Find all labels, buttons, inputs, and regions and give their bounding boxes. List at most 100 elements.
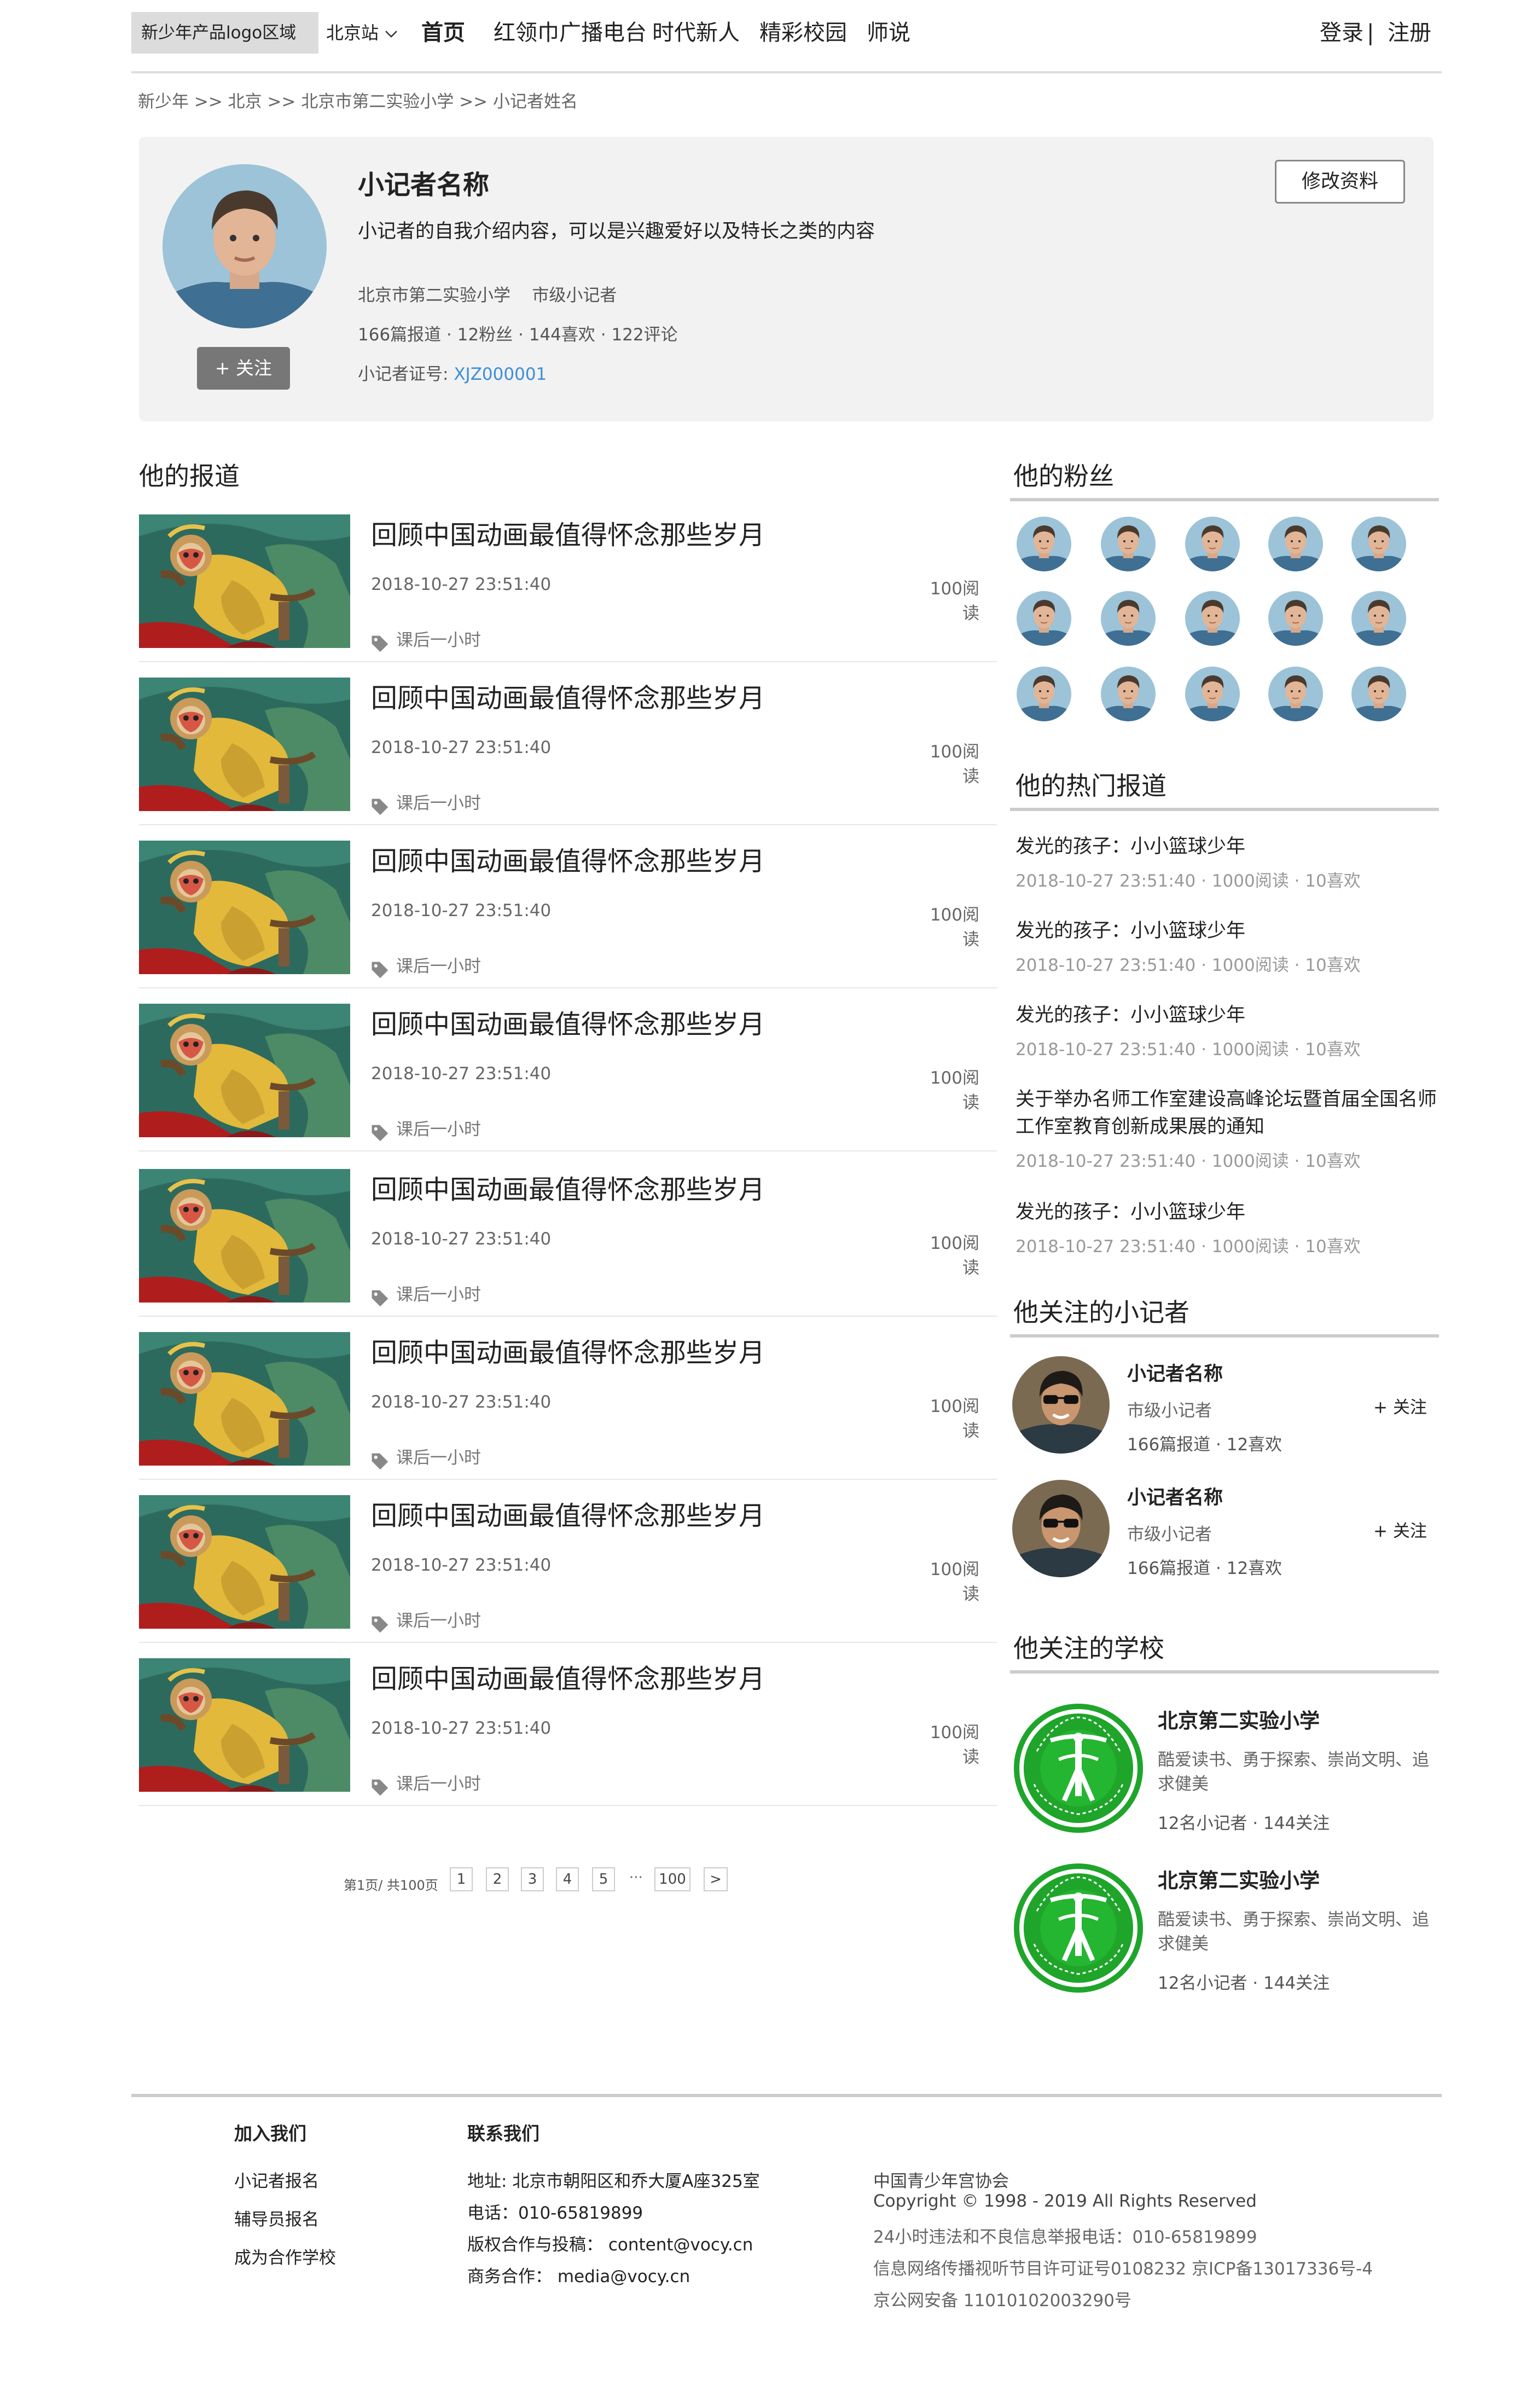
avatar[interactable] (1012, 1480, 1110, 1577)
nav-campus[interactable]: 精彩校园 (759, 12, 847, 54)
follow-button[interactable]: + 关注 (1373, 1517, 1427, 1542)
school-logo[interactable] (1012, 1862, 1145, 1994)
city-selector[interactable]: 北京站 (326, 12, 398, 54)
article-thumbnail[interactable] (139, 514, 350, 648)
breadcrumb-school[interactable]: 北京市第二实验小学 (301, 92, 454, 112)
profile-name: 小记者名称 (358, 170, 490, 200)
hot-item-title[interactable]: 发光的孩子：小小篮球少年 (1015, 1002, 1437, 1029)
article-thumbnail[interactable] (139, 1169, 350, 1303)
footer-business-email[interactable]: 商务合作： media@vocy.cn (467, 2262, 690, 2287)
footer-copyright-email[interactable]: 版权合作与投稿： content@vocy.cn (467, 2231, 753, 2255)
fan-avatar[interactable] (1268, 591, 1323, 646)
article-tag-row[interactable]: 课后一小时 (370, 1115, 481, 1143)
footer-address: 地址: 北京市朝阳区和乔大厦A座325室 (467, 2172, 760, 2191)
breadcrumb-city[interactable]: 北京 (228, 92, 262, 112)
nav-new-era[interactable]: 时代新人 (652, 12, 740, 54)
edit-profile-button[interactable]: 修改资料 (1275, 160, 1405, 204)
article-title[interactable]: 回顾中国动画最值得怀念那些岁月 (371, 1494, 765, 1532)
breadcrumb-sep: >> (267, 92, 296, 112)
article-thumbnail[interactable] (139, 1004, 350, 1137)
article-thumbnail[interactable] (139, 1658, 350, 1792)
footer-link-reporter-signup[interactable]: 小记者报名 (234, 2167, 319, 2192)
article-title[interactable]: 回顾中国动画最值得怀念那些岁月 (371, 1003, 765, 1041)
article-divider (139, 1150, 997, 1151)
footer-link-partner-school[interactable]: 成为合作学校 (234, 2244, 336, 2268)
article-tag-row[interactable]: 课后一小时 (370, 789, 481, 817)
page-next-button[interactable]: > (704, 1867, 728, 1891)
reporter-name[interactable]: 小记者名称 (1127, 1482, 1223, 1510)
nav-teacher[interactable]: 师说 (867, 12, 910, 54)
breadcrumb-current: 小记者姓名 (493, 92, 578, 112)
site-logo[interactable]: 新少年产品logo区域 (131, 12, 318, 54)
article-thumbnail[interactable] (139, 678, 350, 811)
tag-icon (370, 1614, 390, 1634)
article-read-count: 100阅读 (930, 905, 979, 950)
footer-join-title: 加入我们 (234, 2123, 306, 2144)
page-1[interactable]: 1 (450, 1867, 473, 1891)
hot-item-title[interactable]: 发光的孩子：小小篮球少年 (1015, 917, 1437, 945)
hot-item-meta: 2018-10-27 23:51:40 · 1000阅读 · 10喜欢 (1015, 871, 1361, 891)
article-title[interactable]: 回顾中国动画最值得怀念那些岁月 (371, 840, 765, 878)
avatar[interactable] (1012, 1356, 1110, 1454)
nav-radio[interactable]: 红领巾广播电台 (494, 12, 647, 54)
fan-avatar[interactable] (1268, 667, 1323, 721)
fan-avatar[interactable] (1185, 517, 1240, 571)
hot-item-title[interactable]: 发光的孩子：小小篮球少年 (1015, 1199, 1437, 1226)
article-title[interactable]: 回顾中国动画最值得怀念那些岁月 (371, 1168, 765, 1206)
article-title[interactable]: 回顾中国动画最值得怀念那些岁月 (371, 1331, 765, 1369)
follow-button[interactable]: + 关注 (197, 347, 290, 390)
hot-item-title[interactable]: 关于举办名师工作室建设高峰论坛暨首届全国名师工作室教育创新成果展的通知 (1015, 1086, 1437, 1141)
article-thumbnail[interactable] (139, 841, 350, 974)
breadcrumb-sep: >> (459, 92, 488, 112)
article-date: 2018-10-27 23:51:40 (371, 1229, 552, 1249)
article-tag-row[interactable]: 课后一小时 (370, 952, 481, 980)
fan-avatar[interactable] (1185, 591, 1240, 646)
hot-section-title: 他的热门报道 (1015, 771, 1167, 801)
page-4[interactable]: 4 (556, 1867, 579, 1891)
fan-avatar[interactable] (1101, 591, 1156, 646)
article-tag-row[interactable]: 课后一小时 (370, 1607, 481, 1634)
follow-button[interactable]: + 关注 (1373, 1393, 1427, 1418)
register-link[interactable]: 注册 (1388, 12, 1431, 54)
article-thumbnail[interactable] (139, 1332, 350, 1466)
nav-home[interactable]: 首页 (421, 12, 465, 54)
article-read-count: 100阅读 (930, 1397, 979, 1441)
profile-school[interactable]: 北京市第二实验小学 (358, 286, 510, 305)
header-divider-line (131, 71, 1442, 73)
fan-avatar[interactable] (1017, 667, 1071, 721)
breadcrumb-home[interactable]: 新少年 (138, 92, 189, 112)
article-date: 2018-10-27 23:51:40 (371, 901, 552, 921)
page-5[interactable]: 5 (592, 1867, 615, 1891)
fan-avatar[interactable] (1101, 667, 1156, 721)
article-read-count: 100阅读 (930, 1723, 979, 1767)
fan-avatar[interactable] (1185, 667, 1240, 721)
school-name[interactable]: 北京第二实验小学 (1158, 1864, 1320, 1894)
article-tag-row[interactable]: 课后一小时 (370, 1444, 481, 1471)
page-2[interactable]: 2 (486, 1867, 509, 1891)
fan-avatar[interactable] (1351, 667, 1406, 721)
article-thumbnail[interactable] (139, 1495, 350, 1629)
page-3[interactable]: 3 (521, 1867, 544, 1891)
article-title[interactable]: 回顾中国动画最值得怀念那些岁月 (371, 1657, 765, 1695)
fan-avatar[interactable] (1268, 517, 1323, 571)
fan-avatar[interactable] (1017, 517, 1071, 571)
hot-item-title[interactable]: 发光的孩子：小小篮球少年 (1015, 833, 1437, 860)
footer-link-counselor-signup[interactable]: 辅导员报名 (234, 2206, 319, 2230)
fan-avatar[interactable] (1017, 591, 1071, 646)
footer-divider (131, 2094, 1442, 2097)
fan-avatar[interactable] (1351, 591, 1406, 646)
login-link[interactable]: 登录 (1320, 12, 1363, 54)
article-title[interactable]: 回顾中国动画最值得怀念那些岁月 (371, 676, 765, 715)
fan-avatar[interactable] (1351, 517, 1406, 571)
fan-avatar[interactable] (1101, 517, 1156, 571)
article-tag-row[interactable]: 课后一小时 (370, 1770, 481, 1797)
article-tag-row[interactable]: 课后一小时 (370, 626, 481, 653)
reporter-name[interactable]: 小记者名称 (1127, 1358, 1223, 1386)
school-logo[interactable] (1012, 1702, 1145, 1834)
school-name[interactable]: 北京第二实验小学 (1158, 1704, 1320, 1734)
article-tag-row[interactable]: 课后一小时 (370, 1281, 481, 1308)
article-read-count: 100阅读 (930, 742, 979, 786)
page-last[interactable]: 100 (654, 1867, 690, 1891)
article-title[interactable]: 回顾中国动画最值得怀念那些岁月 (371, 513, 765, 552)
article-divider (139, 1479, 997, 1480)
